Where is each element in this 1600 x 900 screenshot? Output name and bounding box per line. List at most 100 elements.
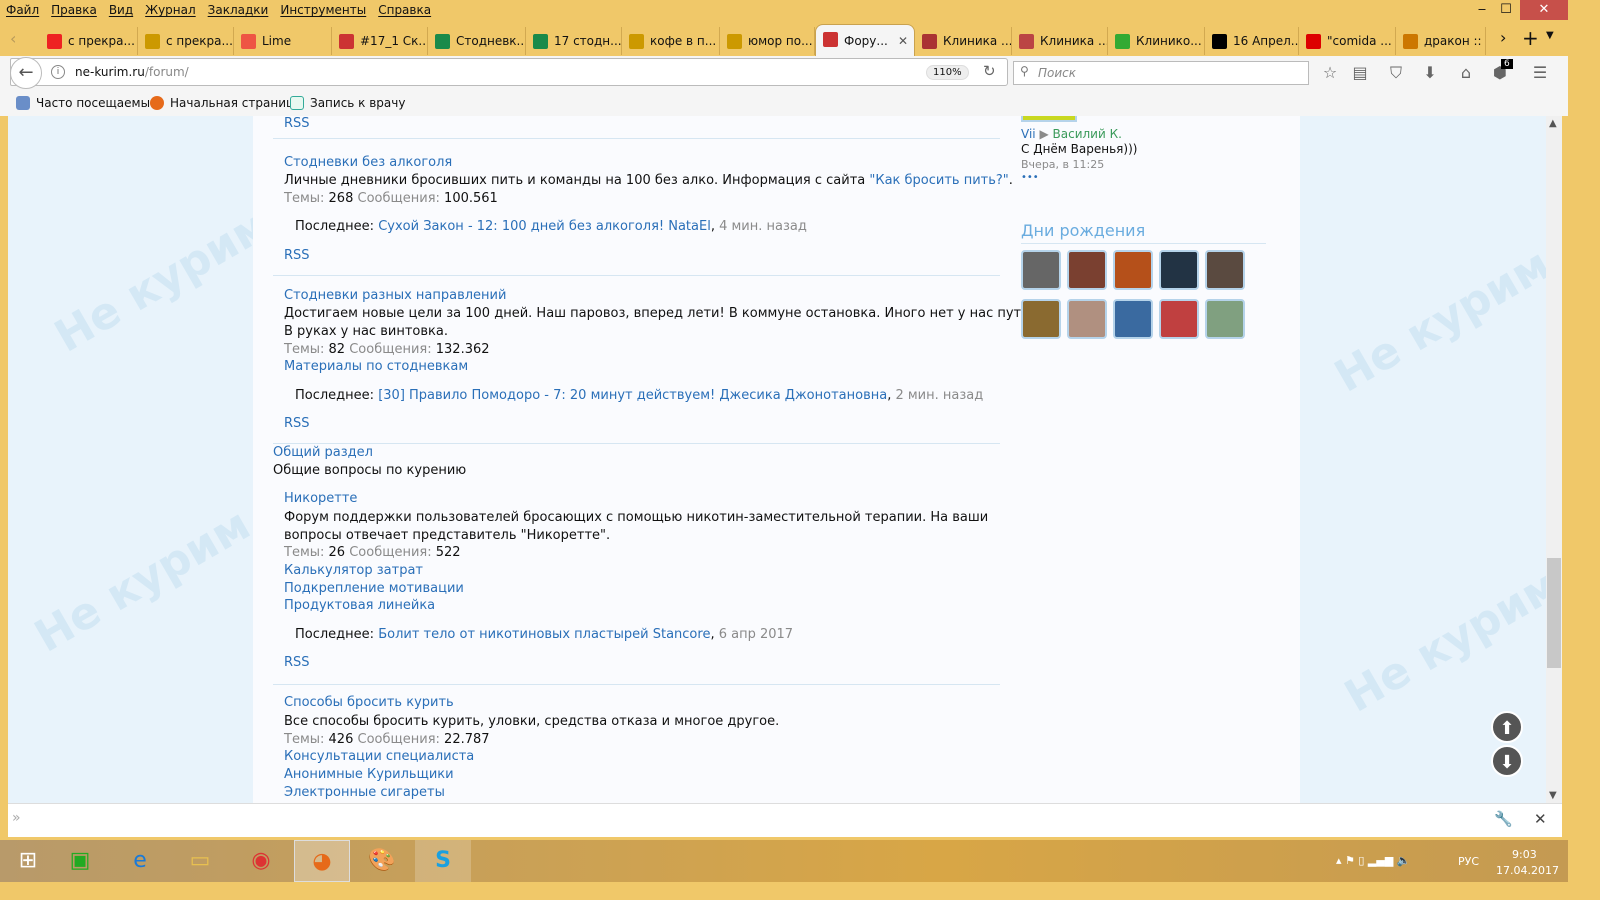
birthday-avatar[interactable] — [1113, 299, 1153, 339]
bookmark-start-page[interactable]: Начальная страница — [150, 96, 302, 110]
forum-title-various[interactable]: Стодневки разных направлений — [284, 288, 506, 303]
menu-tools[interactable]: Инструменты — [274, 0, 372, 17]
rss-link[interactable]: RSS — [284, 416, 310, 431]
internet-explorer-icon[interactable]: e — [112, 840, 168, 882]
avatar[interactable] — [1021, 116, 1077, 122]
last-post-link[interactable]: [30] Правило Помодоро - 7: 20 минут дейс… — [378, 388, 887, 403]
close-icon[interactable]: ✕ — [1534, 810, 1547, 828]
tab[interactable]: Фору... ✕ — [815, 24, 915, 57]
last-post-link[interactable]: Сухой Закон - 12: 100 дней без алкоголя!… — [378, 219, 711, 234]
rss-link[interactable]: RSS — [284, 248, 310, 263]
how-to-quit-drinking-link[interactable]: "Как бросить пить?" — [869, 173, 1008, 188]
tab[interactable]: #17_1 Ск... — [332, 27, 428, 55]
clock-time[interactable]: 9:03 — [1512, 848, 1537, 861]
bookmark-most-visited[interactable]: Часто посещаемые — [16, 96, 157, 110]
forum-title-nicorette[interactable]: Никоретте — [284, 491, 357, 506]
subforum-link[interactable]: Анонимные Курильщики — [284, 767, 454, 782]
scroll-up-button[interactable]: ⬆ — [1491, 711, 1523, 743]
menu-hamburger-icon[interactable]: ☰ — [1528, 62, 1552, 84]
user-link[interactable]: Василий К. — [1053, 127, 1122, 141]
scrollbar-thumb[interactable] — [1547, 558, 1561, 668]
tab[interactable]: 16 Апрел... — [1205, 27, 1299, 55]
tab[interactable]: Стодневк... — [428, 27, 526, 55]
birthday-avatar[interactable] — [1205, 250, 1245, 290]
expand-icon[interactable]: » — [12, 810, 21, 826]
rss-link[interactable]: RSS — [284, 655, 310, 670]
tab-scroll-left-icon[interactable]: ‹ — [10, 29, 16, 48]
back-button[interactable]: ← — [10, 57, 42, 89]
home-icon[interactable]: ⌂ — [1454, 62, 1478, 84]
tab[interactable]: 17 стодн... — [526, 27, 622, 55]
menu-view[interactable]: Вид — [103, 0, 139, 17]
paint-icon[interactable]: 🎨 — [354, 840, 410, 882]
tab[interactable]: кофе в п... — [622, 27, 720, 55]
reload-icon[interactable]: ↻ — [983, 62, 996, 80]
download-icon[interactable]: ⬇ — [1418, 62, 1442, 84]
clock-date[interactable]: 17.04.2017 — [1496, 864, 1559, 877]
reading-list-icon[interactable]: ▤ — [1348, 62, 1372, 84]
forum-title-no-alcohol[interactable]: Стодневки без алкоголя — [284, 155, 452, 170]
tab[interactable]: юмор по... — [720, 27, 815, 55]
scrollbar[interactable]: ▲ ▼ — [1546, 116, 1562, 803]
skype-icon[interactable]: S — [415, 840, 471, 882]
tab[interactable]: Клиника ... — [915, 27, 1012, 55]
scroll-down-button[interactable]: ⬇ — [1491, 745, 1523, 777]
birthday-avatar[interactable] — [1021, 250, 1061, 290]
birthday-avatar[interactable] — [1159, 250, 1199, 290]
tab[interactable]: дракон :: ... — [1396, 27, 1486, 55]
birthday-avatar[interactable] — [1021, 299, 1061, 339]
url-bar[interactable]: i ne-kurim.ru/forum/ 110% ↻ — [10, 58, 1008, 86]
tab[interactable]: с прекра... — [138, 27, 234, 55]
birthday-avatar[interactable] — [1159, 299, 1199, 339]
birthday-avatar[interactable] — [1113, 250, 1153, 290]
subforum-link[interactable]: Подкрепление мотивации — [284, 581, 464, 596]
store-icon[interactable]: ▣ — [52, 840, 108, 882]
question-icon — [1212, 34, 1227, 49]
new-tab-button[interactable]: + — [1522, 26, 1539, 50]
tab-list-button[interactable]: ▼ — [1546, 30, 1554, 41]
last-post-link[interactable]: Болит тело от никотиновых пластырей Stan… — [378, 627, 710, 642]
tab-scroll-right-icon[interactable]: › — [1500, 28, 1506, 47]
forum-title-ways-to-quit[interactable]: Способы бросить курить — [284, 695, 454, 710]
birthday-avatar[interactable] — [1067, 250, 1107, 290]
menu-history[interactable]: Журнал — [139, 0, 202, 17]
forum-description: В руках у нас винтовка. — [284, 324, 448, 339]
subforum-link[interactable]: Электронные сигареты — [284, 785, 445, 800]
close-tab-icon[interactable]: ✕ — [898, 25, 908, 57]
info-icon[interactable]: i — [51, 65, 65, 79]
firefox-icon[interactable]: ◕ — [294, 840, 350, 882]
tab[interactable]: Lime — [234, 27, 332, 55]
tab[interactable]: "comida ... — [1299, 27, 1396, 55]
wrench-icon[interactable]: 🔧 — [1494, 810, 1513, 828]
menu-bookmarks[interactable]: Закладки — [202, 0, 275, 17]
close-window-button[interactable]: ✕ — [1520, 0, 1568, 20]
tray-icons[interactable]: ▴ ⚑ ▯ ▂▄▆ 🔈 — [1336, 854, 1411, 867]
file-explorer-icon[interactable]: ▭ — [172, 840, 228, 882]
tab[interactable]: Клинико... — [1108, 27, 1205, 55]
pocket-icon[interactable]: ⛉ — [1384, 62, 1408, 84]
e-icon — [290, 96, 304, 110]
bookmark-star-icon[interactable]: ☆ — [1318, 62, 1342, 84]
language-indicator[interactable]: РУС — [1458, 855, 1479, 868]
subforum-link[interactable]: Калькулятор затрат — [284, 563, 423, 578]
subforum-link[interactable]: Материалы по стодневкам — [284, 359, 468, 374]
subforum-link[interactable]: Продуктовая линейка — [284, 598, 435, 613]
zoom-level[interactable]: 110% — [926, 65, 969, 80]
birthday-avatar[interactable] — [1205, 299, 1245, 339]
chrome-icon[interactable]: ◉ — [233, 840, 289, 882]
birthday-avatar[interactable] — [1067, 299, 1107, 339]
tab[interactable]: с прекра... — [40, 27, 138, 55]
section-general[interactable]: Общий раздел — [273, 445, 373, 460]
user-link[interactable]: Vii — [1021, 127, 1036, 141]
more-button[interactable]: ••• — [1021, 172, 1039, 183]
url-text[interactable]: ne-kurim.ru/forum/ — [75, 65, 189, 79]
bookmark-doctor[interactable]: Запись к врачу — [290, 96, 405, 110]
search-input[interactable]: ⚲ Поиск — [1013, 61, 1309, 85]
tab[interactable]: Клиника ... — [1012, 27, 1108, 55]
menu-edit[interactable]: Правка — [45, 0, 103, 17]
menu-file[interactable]: Файл — [0, 0, 45, 17]
subforum-link[interactable]: Консультации специалиста — [284, 749, 474, 764]
menu-help[interactable]: Справка — [372, 0, 437, 17]
rss-link[interactable]: RSS — [284, 116, 310, 131]
windows-start-icon[interactable]: ⊞ — [0, 840, 56, 882]
